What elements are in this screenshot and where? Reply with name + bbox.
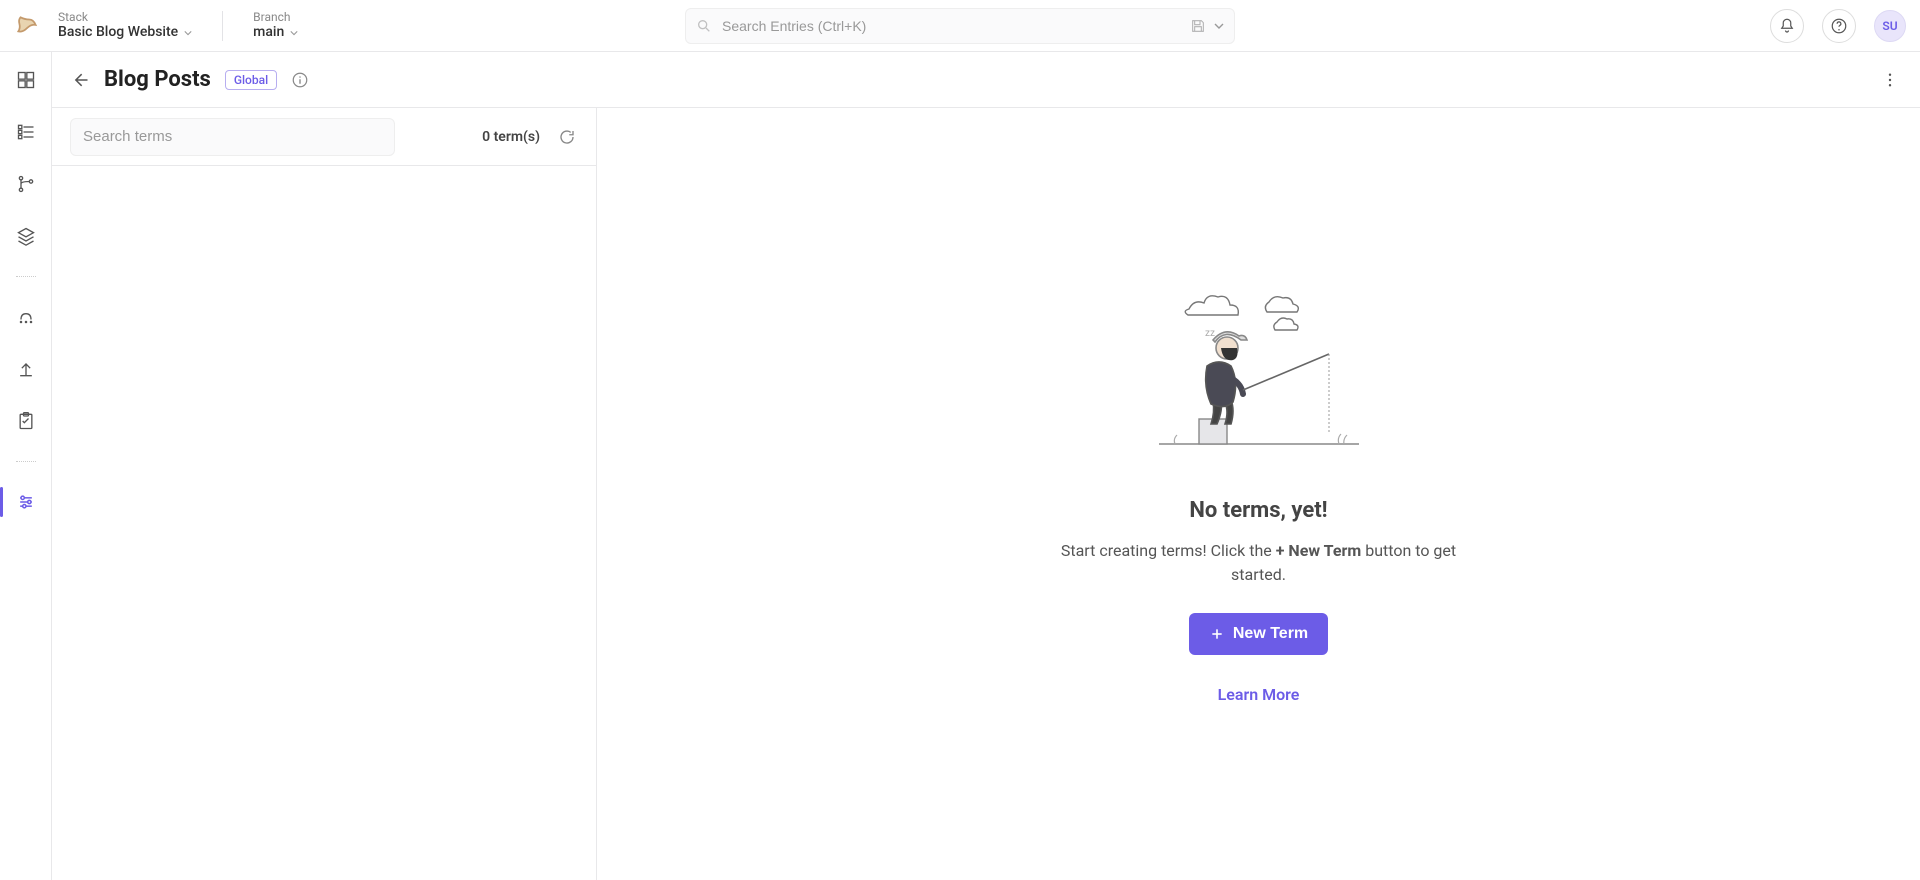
- rail-separator: [16, 461, 36, 462]
- rail-branches[interactable]: [10, 168, 42, 200]
- topbar-actions: SU: [1770, 9, 1906, 43]
- terms-search-input[interactable]: [70, 118, 395, 156]
- info-icon[interactable]: [291, 71, 309, 89]
- plus-icon: [1209, 626, 1225, 642]
- refresh-button[interactable]: [556, 126, 578, 148]
- empty-sub-before: Start creating terms! Click the: [1061, 541, 1276, 560]
- empty-subtext: Start creating terms! Click the + New Te…: [1039, 539, 1479, 587]
- terms-count-value: 0: [482, 129, 490, 145]
- terms-toolbar: 0 term(s): [52, 108, 596, 166]
- more-menu[interactable]: [1878, 68, 1902, 92]
- rail-entries[interactable]: [10, 116, 42, 148]
- back-button[interactable]: [70, 70, 90, 90]
- search-icon: [696, 18, 712, 34]
- logo[interactable]: [14, 13, 40, 39]
- svg-text:zz: zz: [1205, 328, 1215, 339]
- stack-selector[interactable]: Stack Basic Blog Website: [58, 10, 192, 41]
- rail-releases[interactable]: [10, 301, 42, 333]
- left-rail: [0, 52, 52, 880]
- page-header: Blog Posts Global: [52, 52, 1920, 108]
- terms-count-suffix: term(s): [494, 129, 540, 145]
- global-search[interactable]: [685, 8, 1235, 44]
- stack-label: Stack: [58, 10, 192, 24]
- rail-separator: [16, 276, 36, 277]
- new-term-label: New Term: [1233, 625, 1308, 643]
- learn-more-link[interactable]: Learn More: [1218, 685, 1300, 704]
- main: Blog Posts Global 0 term(s): [52, 52, 1920, 880]
- branch-label: Branch: [253, 10, 298, 24]
- rail-layers[interactable]: [10, 220, 42, 252]
- branch-selector[interactable]: Branch main: [253, 10, 298, 41]
- stack-value: Basic Blog Website: [58, 24, 178, 41]
- content: 0 term(s): [52, 108, 1920, 880]
- chevron-down-icon[interactable]: [1214, 21, 1224, 31]
- avatar[interactable]: SU: [1874, 10, 1906, 42]
- divider: [222, 11, 223, 41]
- empty-illustration: zz: [1149, 284, 1369, 474]
- topbar: Stack Basic Blog Website Branch main: [0, 0, 1920, 52]
- rail-taxonomy[interactable]: [10, 486, 42, 518]
- help-icon: [1830, 17, 1848, 35]
- avatar-initials: SU: [1882, 19, 1897, 33]
- rail-tasks[interactable]: [10, 405, 42, 437]
- empty-sub-bold: + New Term: [1276, 541, 1362, 560]
- empty-state: zz No terms, yet! Start creating terms! …: [597, 108, 1920, 880]
- terms-count: 0 term(s): [482, 129, 540, 145]
- scope-badge: Global: [225, 70, 277, 90]
- rail-dashboard[interactable]: [10, 64, 42, 96]
- chevron-down-icon: [290, 29, 298, 37]
- search-input[interactable]: [722, 18, 1180, 34]
- terms-panel: 0 term(s): [52, 108, 597, 880]
- rail-publish[interactable]: [10, 353, 42, 385]
- save-icon[interactable]: [1190, 18, 1206, 34]
- new-term-button[interactable]: New Term: [1189, 613, 1328, 655]
- bell-icon: [1778, 17, 1796, 35]
- chevron-down-icon: [184, 29, 192, 37]
- stack-branch-selector: Stack Basic Blog Website Branch main: [58, 10, 298, 41]
- empty-title: No terms, yet!: [1189, 498, 1327, 523]
- notifications-button[interactable]: [1770, 9, 1804, 43]
- help-button[interactable]: [1822, 9, 1856, 43]
- body: Blog Posts Global 0 term(s): [0, 52, 1920, 880]
- page-title: Blog Posts: [104, 67, 211, 92]
- branch-value: main: [253, 24, 284, 41]
